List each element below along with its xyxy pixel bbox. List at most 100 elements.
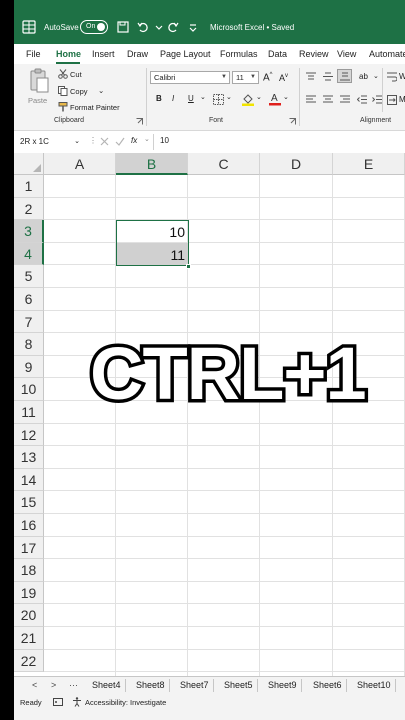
tab-review[interactable]: Review — [299, 49, 329, 59]
increase-indent-icon[interactable] — [372, 95, 382, 104]
copy-button[interactable]: Copy — [70, 87, 88, 96]
tab-page-layout[interactable]: Page Layout — [160, 49, 211, 59]
font-size-select[interactable]: 11 ▼ — [232, 71, 259, 84]
row-header-14[interactable]: 14 — [14, 468, 44, 492]
sheet-tab-sheet7[interactable]: Sheet7 — [176, 679, 214, 692]
sheet-prev-button[interactable]: < — [32, 680, 37, 690]
row-header-3[interactable]: 3 — [14, 220, 44, 243]
row-header-18[interactable]: 18 — [14, 559, 44, 582]
row-header-12[interactable]: 12 — [14, 423, 44, 447]
insert-function-button[interactable]: fx — [131, 136, 137, 145]
decrease-font-size-icon[interactable]: Av — [279, 73, 288, 83]
save-icon[interactable] — [116, 20, 130, 34]
fill-color-icon[interactable] — [242, 93, 254, 106]
bottom-align-button[interactable] — [337, 69, 352, 83]
column-header-d[interactable]: D — [260, 153, 333, 175]
cell-b3[interactable]: 10 — [116, 221, 188, 243]
align-center-icon[interactable] — [323, 95, 333, 104]
document-title[interactable]: Microsoft Excel • Saved — [210, 23, 294, 32]
enter-icon[interactable] — [115, 137, 125, 146]
row-header-21[interactable]: 21 — [14, 627, 44, 650]
tab-file[interactable]: File — [26, 49, 41, 59]
tab-formulas[interactable]: Formulas — [220, 49, 258, 59]
row-header-2[interactable]: 2 — [14, 197, 44, 221]
redo-icon[interactable] — [166, 20, 180, 34]
format-painter-button[interactable]: Format Painter — [70, 103, 120, 112]
tab-draw[interactable]: Draw — [127, 49, 148, 59]
increase-font-size-icon[interactable]: A^ — [263, 72, 273, 83]
sheet-tab-sheet6[interactable]: Sheet6 — [309, 679, 347, 692]
orientation-dropdown-icon[interactable]: ⌄ — [373, 72, 379, 80]
customize-toolbar-icon[interactable] — [186, 20, 200, 34]
undo-dropdown-icon[interactable] — [152, 20, 166, 34]
align-left-icon[interactable] — [306, 95, 316, 104]
orientation-icon[interactable]: ab — [359, 72, 368, 81]
tab-view[interactable]: View — [337, 49, 356, 59]
row-header-13[interactable]: 13 — [14, 446, 44, 469]
tab-data[interactable]: Data — [268, 49, 287, 59]
row-header-8[interactable]: 8 — [14, 333, 44, 356]
sheet-tab-sheet5[interactable]: Sheet5 — [220, 679, 258, 692]
select-all-button[interactable] — [14, 153, 44, 175]
sheet-tab-sheet9[interactable]: Sheet9 — [264, 679, 302, 692]
undo-icon[interactable] — [136, 20, 150, 34]
underline-button[interactable]: U — [188, 94, 194, 103]
name-box[interactable]: 2R x 1C ⌄ — [17, 134, 82, 149]
row-header-20[interactable]: 20 — [14, 604, 44, 627]
borders-dropdown-icon[interactable]: ⌄ — [226, 93, 232, 101]
middle-align-icon[interactable] — [323, 72, 333, 81]
italic-button[interactable]: I — [172, 94, 174, 103]
formula-bar-dots-icon[interactable]: ⋮ — [89, 136, 97, 145]
autosave-toggle[interactable]: On — [80, 20, 108, 34]
row-header-19[interactable]: 19 — [14, 581, 44, 605]
tab-home[interactable]: Home — [56, 49, 81, 59]
bold-button[interactable]: B — [156, 94, 162, 103]
sheet-next-button[interactable]: > — [51, 680, 56, 690]
row-header-1[interactable]: 1 — [14, 175, 44, 198]
tab-insert[interactable]: Insert — [92, 49, 115, 59]
font-color-icon[interactable]: A — [269, 92, 281, 106]
merge-center-button[interactable]: M — [399, 95, 405, 104]
row-header-17[interactable]: 17 — [14, 536, 44, 560]
merge-center-icon[interactable] — [387, 95, 397, 105]
row-header-6[interactable]: 6 — [14, 288, 44, 311]
macro-record-icon[interactable] — [53, 697, 63, 707]
sheet-tab-sheet10[interactable]: Sheet10 — [353, 679, 396, 692]
sheet-tab-sheet8[interactable]: Sheet8 — [132, 679, 170, 692]
borders-icon[interactable] — [213, 94, 224, 105]
row-header-16[interactable]: 16 — [14, 514, 44, 537]
align-right-icon[interactable] — [340, 95, 350, 104]
clipboard-launcher-icon[interactable] — [136, 118, 143, 125]
font-name-select[interactable]: Calibri ▼ — [150, 71, 230, 84]
font-color-dropdown-icon[interactable]: ⌄ — [283, 93, 289, 101]
row-header-22[interactable]: 22 — [14, 649, 44, 673]
accessibility-status[interactable]: Accessibility: Investigate — [85, 698, 166, 707]
row-header-7[interactable]: 7 — [14, 310, 44, 334]
cell-b4[interactable]: 11 — [116, 244, 188, 266]
column-header-e[interactable]: E — [333, 153, 405, 175]
row-header-5[interactable]: 5 — [14, 265, 44, 288]
column-header-c[interactable]: C — [188, 153, 260, 175]
row-header-15[interactable]: 15 — [14, 491, 44, 514]
cut-button[interactable]: Cut — [70, 70, 82, 79]
fill-color-dropdown-icon[interactable]: ⌄ — [256, 93, 262, 101]
chevron-down-icon[interactable]: ⌄ — [144, 135, 150, 143]
copy-dropdown-icon[interactable]: ⌄ — [98, 86, 104, 95]
row-header-10[interactable]: 10 — [14, 378, 44, 401]
tab-automate[interactable]: Automate — [369, 49, 405, 59]
decrease-indent-icon[interactable] — [357, 95, 367, 104]
font-launcher-icon[interactable] — [289, 118, 296, 125]
wrap-text-icon[interactable] — [387, 72, 397, 82]
cancel-icon[interactable] — [100, 137, 109, 146]
top-align-icon[interactable] — [306, 72, 316, 81]
underline-dropdown-icon[interactable]: ⌄ — [200, 93, 206, 101]
row-header-11[interactable]: 11 — [14, 401, 44, 424]
wrap-text-button[interactable]: W — [399, 72, 405, 81]
sheet-more-button[interactable]: ··· — [69, 680, 78, 690]
formula-input[interactable]: 10 — [160, 136, 169, 145]
paste-button[interactable]: Paste — [26, 68, 52, 108]
sheet-tab-sheet4[interactable]: Sheet4 — [88, 679, 126, 692]
row-header-4[interactable]: 4 — [14, 242, 44, 266]
row-header-9[interactable]: 9 — [14, 355, 44, 379]
column-header-b[interactable]: B — [116, 153, 188, 175]
